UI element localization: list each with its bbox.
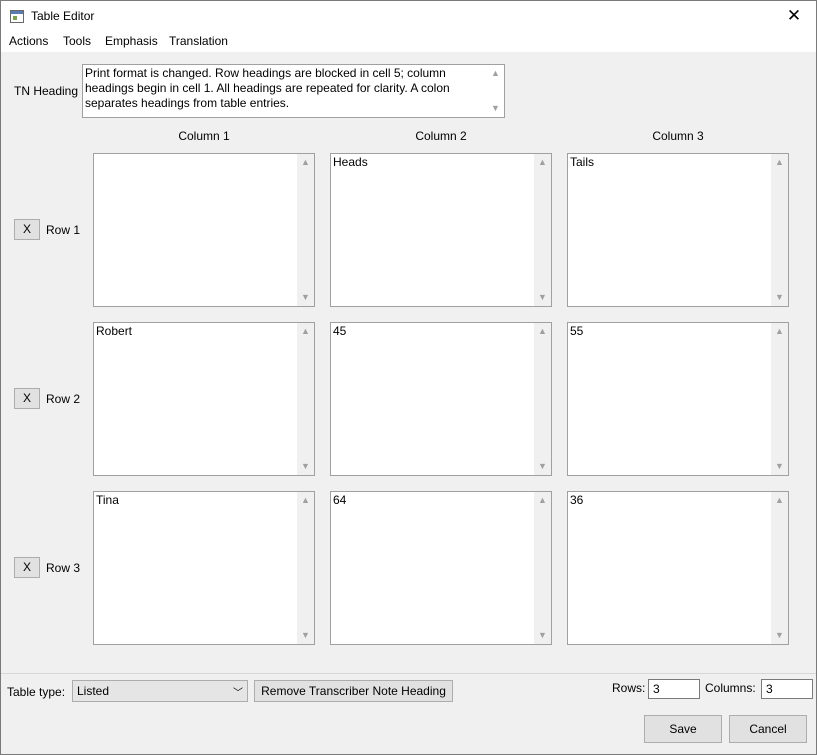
- cell-r3-c1[interactable]: Tina ▲ ▼: [93, 491, 315, 645]
- scroll-down-icon[interactable]: ▼: [771, 289, 788, 306]
- rows-count-label: Rows:: [612, 681, 646, 695]
- cancel-button[interactable]: Cancel: [729, 715, 807, 743]
- cell-r2-c2[interactable]: 45 ▲ ▼: [330, 322, 552, 476]
- tn-heading-label: TN Heading: [14, 84, 79, 98]
- cell-scrollbar[interactable]: ▲ ▼: [534, 323, 551, 475]
- cell-r1-c1[interactable]: ▲ ▼: [93, 153, 315, 307]
- menu-translation[interactable]: Translation: [169, 34, 228, 48]
- scroll-up-icon[interactable]: ▲: [771, 323, 788, 340]
- save-button[interactable]: Save: [644, 715, 722, 743]
- scroll-down-icon[interactable]: ▼: [771, 627, 788, 644]
- scroll-down-icon[interactable]: ▼: [297, 458, 314, 475]
- columns-count-label: Columns:: [705, 681, 756, 695]
- window-title: Table Editor: [31, 9, 95, 23]
- cell-scrollbar[interactable]: ▲ ▼: [297, 492, 314, 644]
- scroll-up-icon[interactable]: ▲: [534, 323, 551, 340]
- cell-text: 45: [333, 324, 347, 338]
- tn-heading-textarea[interactable]: Print format is changed. Row headings ar…: [82, 64, 505, 118]
- cell-scrollbar[interactable]: ▲ ▼: [534, 154, 551, 306]
- cell-text: 55: [570, 324, 584, 338]
- scroll-down-icon[interactable]: ▼: [534, 627, 551, 644]
- scroll-up-icon[interactable]: ▲: [297, 492, 314, 509]
- menu-tools[interactable]: Tools: [63, 34, 91, 48]
- scroll-up-icon[interactable]: ▲: [771, 492, 788, 509]
- scroll-down-icon[interactable]: ▼: [297, 289, 314, 306]
- cell-text: 64: [333, 493, 347, 507]
- title-bar: Table Editor ✕: [1, 1, 816, 31]
- menu-emphasis[interactable]: Emphasis: [105, 34, 158, 48]
- cell-r2-c3[interactable]: 55 ▲ ▼: [567, 322, 789, 476]
- cell-scrollbar[interactable]: ▲ ▼: [534, 492, 551, 644]
- remove-tn-heading-button[interactable]: Remove Transcriber Note Heading: [254, 680, 453, 702]
- scroll-up-icon[interactable]: ▲: [487, 65, 504, 82]
- columns-count-input[interactable]: 3: [761, 679, 813, 699]
- cell-text: 36: [570, 493, 584, 507]
- table-type-label: Table type:: [7, 685, 66, 699]
- cell-text: Robert: [96, 324, 133, 338]
- cell-scrollbar[interactable]: ▲ ▼: [771, 323, 788, 475]
- tn-heading-text: Print format is changed. Row headings ar…: [85, 66, 454, 110]
- column-2-header: Column 2: [415, 129, 467, 143]
- cell-r1-c3[interactable]: Tails ▲ ▼: [567, 153, 789, 307]
- app-window-icon: [10, 10, 24, 23]
- table-editor-window: Table Editor ✕ Actions Tools Emphasis Tr…: [0, 0, 817, 755]
- scroll-up-icon[interactable]: ▲: [297, 154, 314, 171]
- row-2-label: Row 2: [46, 392, 81, 406]
- editor-content: TN Heading Print format is changed. Row …: [1, 52, 816, 754]
- scroll-down-icon[interactable]: ▼: [297, 627, 314, 644]
- scroll-up-icon[interactable]: ▲: [534, 492, 551, 509]
- close-button[interactable]: ✕: [772, 1, 816, 31]
- delete-row-2-button[interactable]: X: [14, 388, 40, 409]
- scroll-down-icon[interactable]: ▼: [534, 289, 551, 306]
- delete-row-3-button[interactable]: X: [14, 557, 40, 578]
- cell-r1-c2[interactable]: Heads ▲ ▼: [330, 153, 552, 307]
- row-3-label: Row 3: [46, 561, 81, 575]
- delete-row-1-button[interactable]: X: [14, 219, 40, 240]
- close-icon: ✕: [786, 6, 802, 25]
- row-1-label: Row 1: [46, 223, 81, 237]
- scroll-down-icon[interactable]: ▼: [534, 458, 551, 475]
- scroll-up-icon[interactable]: ▲: [771, 154, 788, 171]
- cell-text: Heads: [333, 155, 368, 169]
- column-3-header: Column 3: [652, 129, 704, 143]
- cell-text: Tails: [570, 155, 595, 169]
- cell-scrollbar[interactable]: ▲ ▼: [297, 154, 314, 306]
- scroll-down-icon[interactable]: ▼: [771, 458, 788, 475]
- cell-scrollbar[interactable]: ▲ ▼: [771, 492, 788, 644]
- menu-actions[interactable]: Actions: [9, 34, 48, 48]
- tn-heading-scrollbar[interactable]: ▲ ▼: [487, 65, 504, 117]
- cell-scrollbar[interactable]: ▲ ▼: [297, 323, 314, 475]
- table-type-select[interactable]: Listed ﹀: [72, 680, 248, 702]
- menu-bar: Actions Tools Emphasis Translation: [1, 31, 816, 52]
- cell-text: Tina: [96, 493, 119, 507]
- scroll-up-icon[interactable]: ▲: [534, 154, 551, 171]
- scroll-down-icon[interactable]: ▼: [487, 100, 504, 117]
- scroll-up-icon[interactable]: ▲: [297, 323, 314, 340]
- column-1-header: Column 1: [178, 129, 230, 143]
- footer-divider: [1, 673, 816, 674]
- cell-scrollbar[interactable]: ▲ ▼: [771, 154, 788, 306]
- cell-r2-c1[interactable]: Robert ▲ ▼: [93, 322, 315, 476]
- cell-r3-c3[interactable]: 36 ▲ ▼: [567, 491, 789, 645]
- chevron-down-icon: ﹀: [233, 688, 243, 699]
- rows-count-input[interactable]: 3: [648, 679, 700, 699]
- table-type-value: Listed: [77, 684, 110, 698]
- cell-r3-c2[interactable]: 64 ▲ ▼: [330, 491, 552, 645]
